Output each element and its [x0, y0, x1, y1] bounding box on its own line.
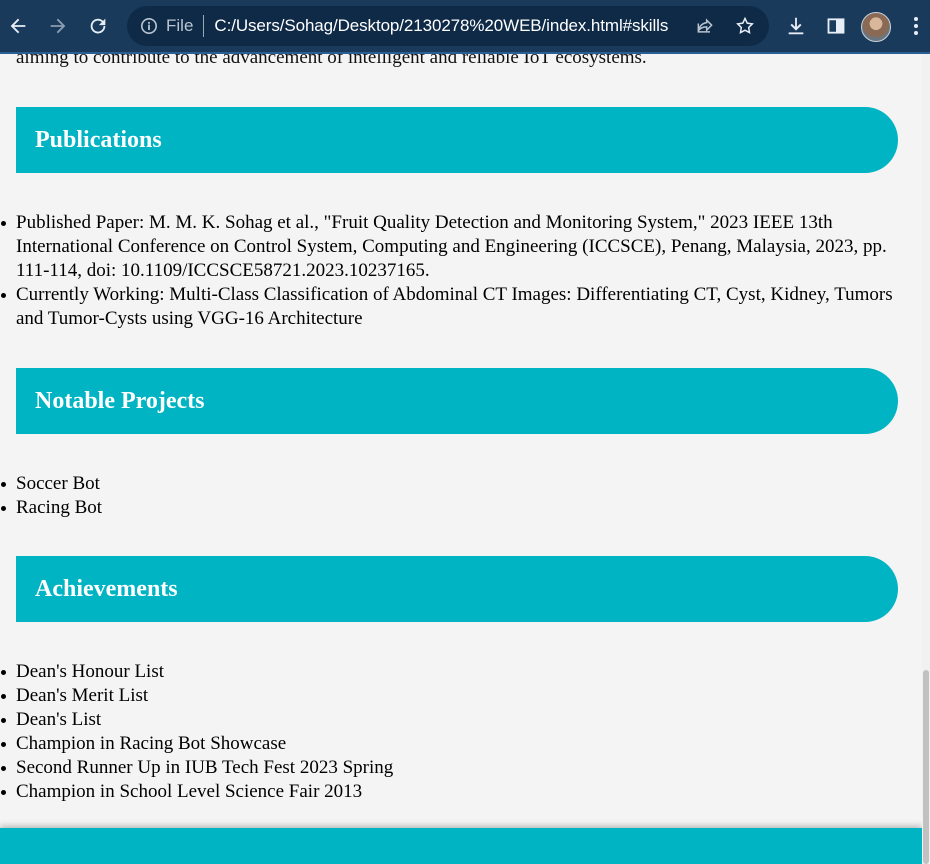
share-icon[interactable]	[693, 14, 717, 38]
list-item: Dean's Honour List	[1, 660, 896, 684]
omnibox-divider	[203, 15, 205, 37]
file-label: File	[166, 16, 194, 35]
list-item: Currently Working: Multi-Class Classific…	[1, 283, 896, 331]
list-item: Soccer Bot	[1, 472, 896, 496]
list-item: Dean's List	[1, 708, 896, 732]
section-title: Achievements	[35, 575, 178, 602]
list-item: Racing Bot	[1, 496, 896, 520]
info-icon[interactable]	[140, 17, 158, 35]
list-item: Champion in Racing Bot Showcase	[1, 732, 896, 756]
address-bar[interactable]: File C:/Users/Sohag/Desktop/2130278%20WE…	[127, 6, 769, 46]
list-item: Dean's Merit List	[1, 684, 896, 708]
scrollbar-thumb[interactable]	[923, 670, 929, 864]
section-title: Publications	[35, 126, 162, 153]
list-item: Champion in School Level Science Fair 20…	[1, 780, 896, 804]
more-menu-icon[interactable]	[900, 10, 930, 42]
section-title: Notable Projects	[35, 387, 205, 414]
browser-toolbar: File C:/Users/Sohag/Desktop/2130278%20WE…	[0, 0, 930, 52]
publications-header: Publications	[16, 107, 898, 173]
achievements-header: Achievements	[16, 556, 898, 622]
forward-arrow-icon[interactable]	[42, 10, 74, 42]
publications-list: Published Paper: M. M. K. Sohag et al., …	[0, 211, 896, 331]
projects-list: Soccer Bot Racing Bot	[0, 472, 896, 520]
page-content: aiming to contribute to the advancement …	[0, 54, 922, 864]
profile-avatar[interactable]	[861, 12, 891, 42]
back-arrow-icon[interactable]	[2, 10, 34, 42]
achievements-list: Dean's Honour List Dean's Merit List Dea…	[0, 660, 896, 804]
intro-paragraph-tail: aiming to contribute to the advancement …	[16, 54, 647, 68]
notable-projects-header: Notable Projects	[16, 368, 898, 434]
side-panel-icon[interactable]	[820, 10, 852, 42]
footer-band	[0, 828, 922, 864]
list-item: Second Runner Up in IUB Tech Fest 2023 S…	[1, 756, 896, 780]
list-item: Published Paper: M. M. K. Sohag et al., …	[1, 211, 896, 283]
reload-icon[interactable]	[82, 10, 114, 42]
url-text[interactable]: C:/Users/Sohag/Desktop/2130278%20WEB/ind…	[214, 16, 668, 36]
download-icon[interactable]	[780, 10, 812, 42]
star-icon[interactable]	[733, 14, 757, 38]
page-scrollbar[interactable]	[922, 54, 930, 864]
